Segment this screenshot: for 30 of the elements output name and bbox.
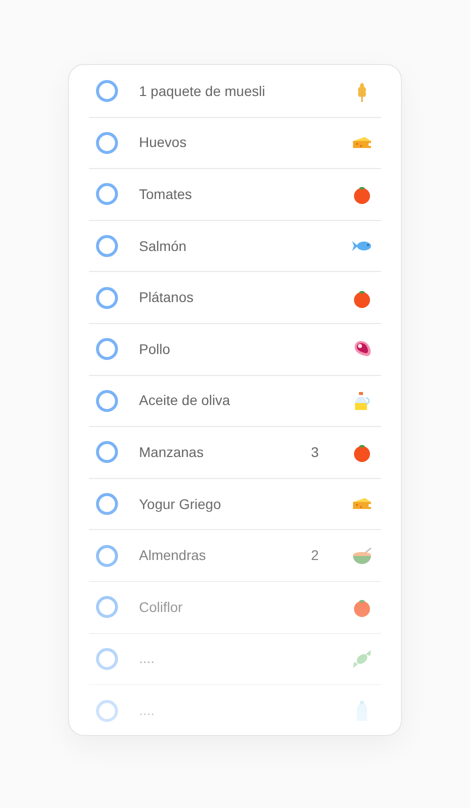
item-label: Huevos [139,133,188,152]
item-label: Tomates [139,184,193,204]
checkbox[interactable] [96,183,118,206]
item-label: Almendras [139,546,207,566]
item-label: Salmón [139,236,188,256]
item-quantity: 3 [311,442,320,462]
item-label: Plátanos [139,288,194,308]
checkbox[interactable] [96,596,118,618]
item-label: 1 paquete de muesli [139,82,266,101]
checkbox[interactable] [96,648,118,670]
item-quantity: 2 [311,546,320,566]
checkbox[interactable] [96,132,118,154]
checkbox[interactable] [96,441,118,464]
checkbox[interactable] [96,544,118,567]
bowl-icon [351,544,373,567]
checkbox[interactable] [96,235,118,258]
item-label: .... [139,701,156,720]
item-label: Aceite de oliva [139,391,232,410]
checkbox[interactable] [96,390,118,412]
item-label: Yogur Griego [139,494,222,514]
item-label: Coliflor [139,598,184,617]
candy-icon [351,648,373,670]
item-label: Manzanas [139,442,205,462]
checkbox[interactable] [96,80,118,102]
item-label: Pollo [139,340,172,359]
checkbox[interactable] [96,700,118,722]
item-label: .... [139,649,156,668]
checkbox[interactable] [96,286,118,309]
checkbox[interactable] [96,493,118,516]
checkbox[interactable] [96,338,118,360]
